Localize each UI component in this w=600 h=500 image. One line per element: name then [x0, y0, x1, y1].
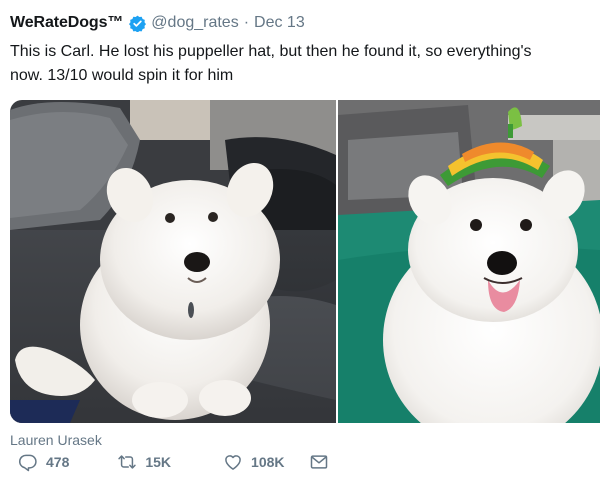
reply-icon: [18, 454, 37, 472]
like-count: 108K: [251, 454, 285, 470]
author-handle[interactable]: @dog_rates: [151, 14, 238, 32]
like-button[interactable]: 108K: [223, 448, 285, 476]
retweet-count: 15K: [145, 454, 172, 470]
tweet-actions: 478 15K 108K: [10, 438, 329, 472]
photo-carl-sitting[interactable]: [10, 100, 336, 423]
photo-carl-with-hat[interactable]: [338, 100, 600, 423]
direct-message-button[interactable]: [309, 448, 329, 476]
header-separator: ·: [243, 14, 250, 31]
like-icon: [225, 455, 241, 470]
reply-button[interactable]: 478: [18, 448, 69, 476]
tweet-date[interactable]: Dec 13: [254, 14, 305, 32]
tweet-media: [10, 100, 600, 423]
tweet-text-line-1: This is Carl. He lost his puppeller hat,…: [10, 43, 532, 60]
reply-count: 478: [46, 454, 70, 470]
tweet-header: WeRateDogs™ @dog_rates · Dec 13: [10, 13, 305, 33]
verified-badge-icon: [129, 15, 147, 32]
direct-message-icon: [310, 455, 327, 469]
tweet-text: This is Carl. He lost his puppeller hat,…: [10, 40, 600, 88]
retweet-button[interactable]: 15K: [117, 448, 171, 476]
retweet-icon: [118, 455, 137, 469]
tweet-text-line-2: now. 13/10 would spin it for him: [10, 67, 234, 84]
author-name[interactable]: WeRateDogs™: [10, 14, 123, 32]
